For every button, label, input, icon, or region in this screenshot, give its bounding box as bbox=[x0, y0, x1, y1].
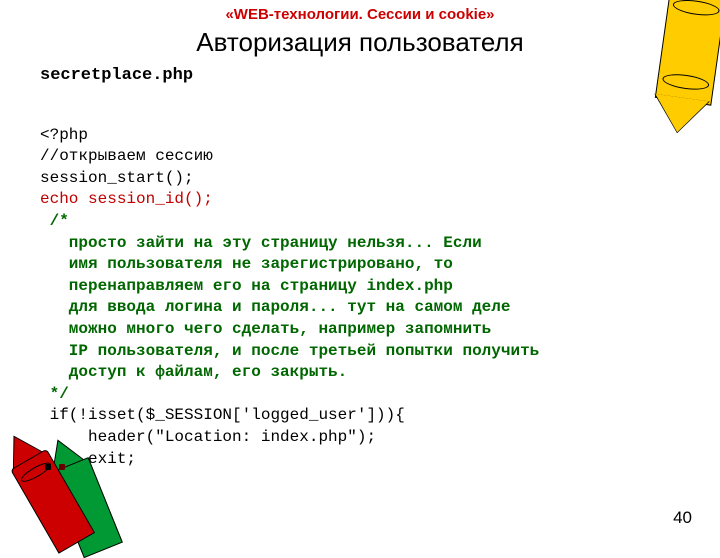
page-number: 40 bbox=[673, 508, 692, 528]
code-line: session_start(); bbox=[40, 169, 194, 187]
code-line: <?php bbox=[40, 126, 88, 144]
code-block: <?php //открываем сессию session_start()… bbox=[0, 103, 720, 513]
filename-label: secretplace.php bbox=[0, 66, 720, 85]
code-comment: IP пользователя, и после третьей попытки… bbox=[40, 342, 539, 360]
code-comment: /* bbox=[40, 212, 69, 230]
code-comment: просто зайти на эту страницу нельзя... Е… bbox=[40, 234, 482, 252]
slide-header: «WEB-технологии. Сессии и cookie» bbox=[0, 0, 720, 23]
code-line: //открываем сессию bbox=[40, 147, 213, 165]
decorative-dots bbox=[45, 464, 65, 470]
code-comment: для ввода логина и пароля... тут на само… bbox=[40, 298, 510, 316]
code-comment: имя пользователя не зарегистрировано, то bbox=[40, 255, 453, 273]
code-line: header("Location: index.php"); bbox=[40, 428, 376, 446]
slide-title: Авторизация пользователя bbox=[0, 27, 720, 58]
code-comment: доступ к файлам, его закрыть. bbox=[40, 363, 347, 381]
code-line-echo: echo session_id(); bbox=[40, 190, 213, 208]
code-comment: перенаправляем его на страницу index.php bbox=[40, 277, 453, 295]
code-comment: можно много чего сделать, например запом… bbox=[40, 320, 491, 338]
code-comment: */ bbox=[40, 385, 69, 403]
code-line: if(!isset($_SESSION['logged_user'])){ bbox=[40, 406, 405, 424]
